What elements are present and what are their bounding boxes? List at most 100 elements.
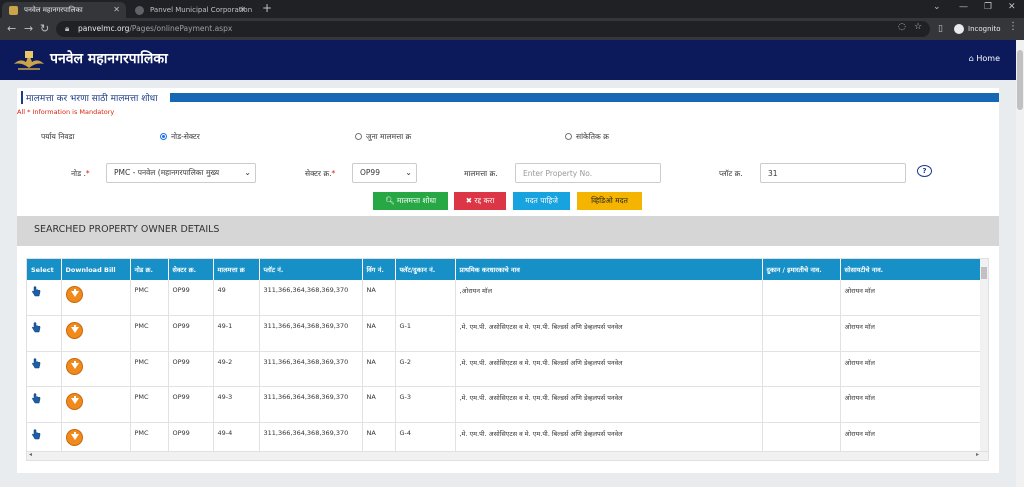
search-icon: 🔍︎ (384, 196, 395, 205)
site-title: पनवेल महानगरपालिका (50, 51, 168, 67)
radio-node-sector[interactable]: नोड-सेक्टर (160, 132, 200, 142)
select-hand-pointer-icon[interactable] (31, 428, 41, 440)
mandatory-note: All * Information is Mandatory (17, 108, 115, 116)
col-society-name: सोसायटीचे नाव. (840, 259, 982, 280)
select-hand-pointer-icon[interactable] (31, 357, 41, 369)
table-horizontal-scrollbar[interactable]: ◂ ▸ (27, 451, 988, 460)
tab-close-icon[interactable]: ✕ (239, 2, 246, 18)
forward-icon[interactable]: → (24, 22, 33, 36)
cell-select (27, 351, 62, 387)
chevron-down-icon: ⌄ (403, 164, 412, 182)
minimize-icon[interactable]: — (959, 2, 968, 12)
back-icon[interactable]: ← (7, 22, 16, 36)
chevron-down-icon: ⌄ (242, 164, 251, 182)
cancel-button[interactable]: ✖ रद्द करा (454, 192, 506, 210)
video-help-button[interactable]: व्हिडिओ मदत (577, 192, 642, 210)
incognito-icon (954, 24, 964, 34)
cell-building-name (762, 351, 841, 387)
tab-title: Panvel Municipal Corporation O... (150, 6, 252, 14)
close-icon: ✖ (465, 196, 473, 205)
col-owner-name: प्राथमिक करधारकाचे नाव (455, 259, 763, 280)
download-bill-icon[interactable] (65, 286, 83, 303)
url-text: panvelmc.org/Pages/onlinePayment.aspx (78, 24, 233, 33)
table-vertical-scrollbar[interactable] (980, 259, 988, 452)
cell-society-name: ओरायन मॉल (840, 386, 982, 423)
cell-select (27, 280, 62, 316)
cell-download-bill (61, 386, 131, 423)
reload-icon[interactable]: ↻ (40, 22, 49, 36)
search-property-button[interactable]: 🔍︎ मालमत्ता शोधा (373, 192, 448, 210)
cell-flat-shop: G-3 (395, 386, 456, 423)
node-select[interactable]: PMC - पनवेल (महानगरपालिका मुख्य ⌄ (106, 163, 256, 183)
home-link[interactable]: ⌂ Home (969, 54, 1000, 63)
cell-plot-no: 311,366,364,368,369,370 (259, 386, 363, 423)
owner-details-table: Select Download Bill नोड क्र. सेक्टर क्र… (27, 259, 982, 458)
home-icon: ⌂ (968, 54, 974, 63)
close-window-icon[interactable]: ✕ (1008, 2, 1016, 12)
cell-property-no: 49 (213, 280, 260, 316)
col-building-name: दुकान / इमारतीचे नाव. (762, 259, 841, 280)
cell-select (27, 315, 62, 352)
select-hand-pointer-icon[interactable] (31, 322, 41, 333)
site-favicon-icon (9, 6, 18, 15)
address-bar[interactable]: 🔒︎ panvelmc.org/Pages/onlinePayment.aspx… (56, 21, 930, 37)
col-flat-shop: फ्लॅट/दुकान नं. (395, 259, 456, 280)
download-bill-icon[interactable] (65, 428, 83, 446)
download-bill-icon[interactable] (65, 393, 83, 410)
table-row: PMC OP99 49-3 311,366,364,368,369,370 NA G-3,… (27, 386, 982, 423)
select-hand-pointer-icon[interactable] (31, 286, 41, 297)
cell-select (27, 386, 62, 423)
maximize-icon[interactable]: ❐ (984, 2, 992, 12)
cell-plot-no: 311,366,364,368,369,370 (259, 315, 363, 352)
need-help-button[interactable]: मदत पाहिजे (513, 192, 570, 210)
globe-icon (135, 6, 144, 15)
cell-owner-name: ,ओरायन मॉल (455, 280, 763, 316)
sector-select[interactable]: OP99 ⌄ (352, 163, 417, 183)
col-node: नोड क्र. (130, 259, 169, 280)
browser-tab-active[interactable]: पनवेल महानगरपालिका ✕ (2, 2, 126, 18)
tab-search-icon[interactable]: ⌄ (933, 2, 941, 12)
browser-tab[interactable]: Panvel Municipal Corporation O... ✕ (128, 2, 252, 18)
incognito-badge[interactable]: Incognito (952, 21, 1000, 37)
radio-old-property-no[interactable]: जुना मालमत्ता क्र (355, 132, 411, 142)
cell-society-name: ओरायन मॉल (840, 315, 982, 352)
property-no-label: मालमत्ता क्र. (464, 169, 498, 178)
cell-download-bill (61, 315, 131, 352)
cell-property-no: 49-2 (213, 351, 260, 387)
cell-building-name (762, 280, 841, 316)
sector-label: सेक्टर क्र.* (305, 169, 336, 178)
plot-no-input[interactable] (760, 163, 906, 183)
cell-node: PMC (130, 386, 169, 423)
table-row: PMC OP99 49 311,366,364,368,369,370 NA ,ओरायन… (27, 280, 982, 316)
property-search-panel: मालमत्ता कर भरणा साठी मालमत्ता शोधा All … (17, 88, 999, 473)
option-label: पर्याय निवडा (41, 132, 75, 141)
tab-close-icon[interactable]: ✕ (113, 2, 120, 18)
tab-title: पनवेल महानगरपालिका (24, 6, 83, 14)
cell-property-no: 49-1 (213, 315, 260, 352)
property-no-input[interactable] (515, 163, 661, 183)
col-select: Select (27, 259, 62, 280)
cell-flat-shop (395, 280, 456, 316)
download-bill-icon[interactable] (65, 322, 83, 339)
select-hand-pointer-icon[interactable] (31, 393, 41, 404)
plot-no-label: प्लॉट क्र. (719, 169, 743, 178)
cell-owner-name: ,मे. एम.पी. असोसिएटस व मे. एम.पी. बिल्डर… (455, 315, 763, 352)
radio-code-no[interactable]: सांकेतिक क्र (565, 132, 609, 142)
cell-wing: NA (362, 280, 396, 316)
page-scrollbar[interactable] (1016, 40, 1024, 487)
new-tab-icon[interactable]: + (262, 1, 272, 15)
cell-plot-no: 311,366,364,368,369,370 (259, 351, 363, 387)
browser-menu-icon[interactable]: ⋮ (1008, 21, 1018, 32)
download-bill-icon[interactable] (65, 357, 83, 375)
side-panel-icon[interactable]: ▯ (938, 22, 943, 36)
table-header-row: Select Download Bill नोड क्र. सेक्टर क्र… (27, 259, 982, 280)
cell-society-name: ओरायन मॉल (840, 280, 982, 316)
col-sector: सेक्टर क्र. (168, 259, 214, 280)
lock-icon: 🔒︎ (65, 24, 70, 33)
eye-off-icon[interactable]: ◌ (898, 22, 906, 32)
col-plot-no: प्लॉट नं. (259, 259, 363, 280)
cell-sector: OP99 (168, 351, 214, 387)
table-row: PMC OP99 49-1 311,366,364,368,369,370 NA G-1,… (27, 315, 982, 352)
help-icon[interactable]: ? (917, 165, 932, 177)
bookmark-star-icon[interactable]: ☆ (914, 22, 922, 32)
